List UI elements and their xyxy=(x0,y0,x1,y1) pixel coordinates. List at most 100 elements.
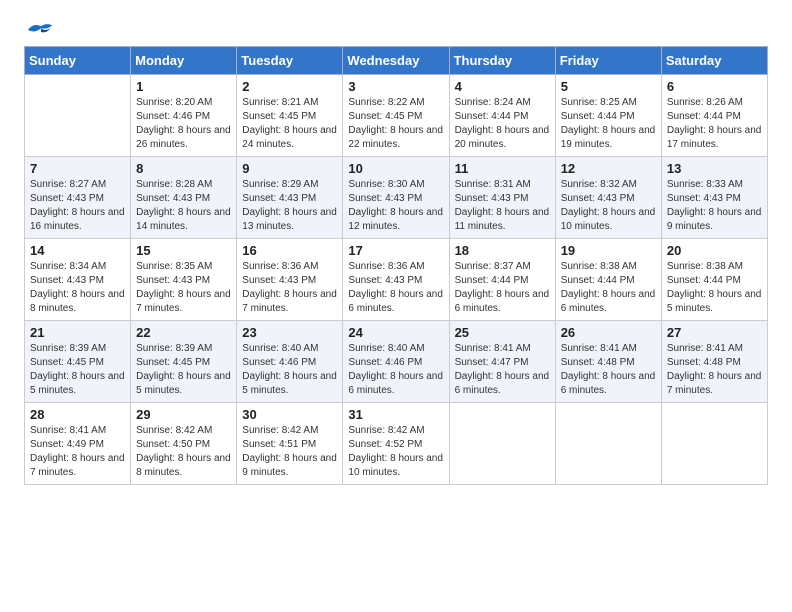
daylight-text: Daylight: 8 hours and 22 minutes. xyxy=(348,125,443,150)
calendar-table: SundayMondayTuesdayWednesdayThursdayFrid… xyxy=(24,46,768,485)
day-number: 14 xyxy=(30,243,125,258)
day-number: 15 xyxy=(136,243,231,258)
sunrise-text: Sunrise: 8:39 AM xyxy=(30,343,106,354)
day-number: 5 xyxy=(561,79,656,94)
day-number: 6 xyxy=(667,79,762,94)
day-number: 25 xyxy=(455,325,550,340)
calendar-cell: 14 Sunrise: 8:34 AM Sunset: 4:43 PM Dayl… xyxy=(25,239,131,321)
day-number: 31 xyxy=(348,407,443,422)
calendar-cell: 21 Sunrise: 8:39 AM Sunset: 4:45 PM Dayl… xyxy=(25,321,131,403)
sunset-text: Sunset: 4:43 PM xyxy=(30,275,104,286)
day-number: 22 xyxy=(136,325,231,340)
day-info: Sunrise: 8:32 AM Sunset: 4:43 PM Dayligh… xyxy=(561,178,656,234)
sunrise-text: Sunrise: 8:37 AM xyxy=(455,261,531,272)
calendar-cell: 11 Sunrise: 8:31 AM Sunset: 4:43 PM Dayl… xyxy=(449,157,555,239)
sunset-text: Sunset: 4:44 PM xyxy=(667,275,741,286)
logo xyxy=(24,20,54,38)
calendar-cell: 18 Sunrise: 8:37 AM Sunset: 4:44 PM Dayl… xyxy=(449,239,555,321)
sunset-text: Sunset: 4:51 PM xyxy=(242,439,316,450)
calendar-day-header: Monday xyxy=(131,47,237,75)
calendar-cell: 20 Sunrise: 8:38 AM Sunset: 4:44 PM Dayl… xyxy=(661,239,767,321)
day-info: Sunrise: 8:38 AM Sunset: 4:44 PM Dayligh… xyxy=(667,260,762,316)
sunset-text: Sunset: 4:48 PM xyxy=(561,357,635,368)
sunset-text: Sunset: 4:44 PM xyxy=(561,275,635,286)
day-number: 27 xyxy=(667,325,762,340)
day-info: Sunrise: 8:40 AM Sunset: 4:46 PM Dayligh… xyxy=(348,342,443,398)
sunrise-text: Sunrise: 8:20 AM xyxy=(136,97,212,108)
calendar-cell: 1 Sunrise: 8:20 AM Sunset: 4:46 PM Dayli… xyxy=(131,75,237,157)
sunset-text: Sunset: 4:44 PM xyxy=(455,275,529,286)
sunset-text: Sunset: 4:44 PM xyxy=(561,111,635,122)
calendar-cell: 2 Sunrise: 8:21 AM Sunset: 4:45 PM Dayli… xyxy=(237,75,343,157)
sunset-text: Sunset: 4:45 PM xyxy=(30,357,104,368)
daylight-text: Daylight: 8 hours and 5 minutes. xyxy=(242,371,337,396)
sunrise-text: Sunrise: 8:42 AM xyxy=(348,425,424,436)
sunrise-text: Sunrise: 8:22 AM xyxy=(348,97,424,108)
sunrise-text: Sunrise: 8:21 AM xyxy=(242,97,318,108)
sunset-text: Sunset: 4:45 PM xyxy=(348,111,422,122)
calendar-cell: 24 Sunrise: 8:40 AM Sunset: 4:46 PM Dayl… xyxy=(343,321,449,403)
calendar-cell xyxy=(25,75,131,157)
calendar-cell: 31 Sunrise: 8:42 AM Sunset: 4:52 PM Dayl… xyxy=(343,403,449,485)
sunset-text: Sunset: 4:44 PM xyxy=(455,111,529,122)
sunset-text: Sunset: 4:45 PM xyxy=(242,111,316,122)
calendar-cell xyxy=(661,403,767,485)
sunrise-text: Sunrise: 8:27 AM xyxy=(30,179,106,190)
day-number: 3 xyxy=(348,79,443,94)
sunrise-text: Sunrise: 8:38 AM xyxy=(561,261,637,272)
day-info: Sunrise: 8:29 AM Sunset: 4:43 PM Dayligh… xyxy=(242,178,337,234)
day-info: Sunrise: 8:22 AM Sunset: 4:45 PM Dayligh… xyxy=(348,96,443,152)
daylight-text: Daylight: 8 hours and 7 minutes. xyxy=(667,371,762,396)
day-info: Sunrise: 8:41 AM Sunset: 4:48 PM Dayligh… xyxy=(667,342,762,398)
sunrise-text: Sunrise: 8:36 AM xyxy=(348,261,424,272)
day-number: 29 xyxy=(136,407,231,422)
calendar-header-row: SundayMondayTuesdayWednesdayThursdayFrid… xyxy=(25,47,768,75)
daylight-text: Daylight: 8 hours and 9 minutes. xyxy=(667,207,762,232)
day-number: 19 xyxy=(561,243,656,258)
daylight-text: Daylight: 8 hours and 16 minutes. xyxy=(30,207,125,232)
day-info: Sunrise: 8:42 AM Sunset: 4:52 PM Dayligh… xyxy=(348,424,443,480)
daylight-text: Daylight: 8 hours and 6 minutes. xyxy=(348,289,443,314)
day-number: 18 xyxy=(455,243,550,258)
sunrise-text: Sunrise: 8:34 AM xyxy=(30,261,106,272)
daylight-text: Daylight: 8 hours and 5 minutes. xyxy=(30,371,125,396)
day-number: 30 xyxy=(242,407,337,422)
sunrise-text: Sunrise: 8:33 AM xyxy=(667,179,743,190)
calendar-cell: 23 Sunrise: 8:40 AM Sunset: 4:46 PM Dayl… xyxy=(237,321,343,403)
sunset-text: Sunset: 4:43 PM xyxy=(136,193,210,204)
calendar-cell: 29 Sunrise: 8:42 AM Sunset: 4:50 PM Dayl… xyxy=(131,403,237,485)
day-info: Sunrise: 8:37 AM Sunset: 4:44 PM Dayligh… xyxy=(455,260,550,316)
sunset-text: Sunset: 4:43 PM xyxy=(667,193,741,204)
sunset-text: Sunset: 4:43 PM xyxy=(348,275,422,286)
sunset-text: Sunset: 4:52 PM xyxy=(348,439,422,450)
day-number: 8 xyxy=(136,161,231,176)
calendar-day-header: Sunday xyxy=(25,47,131,75)
calendar-cell: 30 Sunrise: 8:42 AM Sunset: 4:51 PM Dayl… xyxy=(237,403,343,485)
calendar-cell: 9 Sunrise: 8:29 AM Sunset: 4:43 PM Dayli… xyxy=(237,157,343,239)
day-number: 4 xyxy=(455,79,550,94)
day-info: Sunrise: 8:21 AM Sunset: 4:45 PM Dayligh… xyxy=(242,96,337,152)
day-number: 7 xyxy=(30,161,125,176)
calendar-day-header: Thursday xyxy=(449,47,555,75)
day-info: Sunrise: 8:26 AM Sunset: 4:44 PM Dayligh… xyxy=(667,96,762,152)
daylight-text: Daylight: 8 hours and 12 minutes. xyxy=(348,207,443,232)
sunrise-text: Sunrise: 8:32 AM xyxy=(561,179,637,190)
day-number: 21 xyxy=(30,325,125,340)
day-number: 26 xyxy=(561,325,656,340)
calendar-cell: 12 Sunrise: 8:32 AM Sunset: 4:43 PM Dayl… xyxy=(555,157,661,239)
sunrise-text: Sunrise: 8:30 AM xyxy=(348,179,424,190)
sunset-text: Sunset: 4:46 PM xyxy=(242,357,316,368)
daylight-text: Daylight: 8 hours and 19 minutes. xyxy=(561,125,656,150)
day-number: 9 xyxy=(242,161,337,176)
daylight-text: Daylight: 8 hours and 6 minutes. xyxy=(561,289,656,314)
daylight-text: Daylight: 8 hours and 11 minutes. xyxy=(455,207,550,232)
daylight-text: Daylight: 8 hours and 8 minutes. xyxy=(136,453,231,478)
day-number: 2 xyxy=(242,79,337,94)
day-number: 23 xyxy=(242,325,337,340)
calendar-week-row: 1 Sunrise: 8:20 AM Sunset: 4:46 PM Dayli… xyxy=(25,75,768,157)
sunrise-text: Sunrise: 8:41 AM xyxy=(455,343,531,354)
sunset-text: Sunset: 4:44 PM xyxy=(667,111,741,122)
day-info: Sunrise: 8:24 AM Sunset: 4:44 PM Dayligh… xyxy=(455,96,550,152)
day-number: 12 xyxy=(561,161,656,176)
day-number: 20 xyxy=(667,243,762,258)
